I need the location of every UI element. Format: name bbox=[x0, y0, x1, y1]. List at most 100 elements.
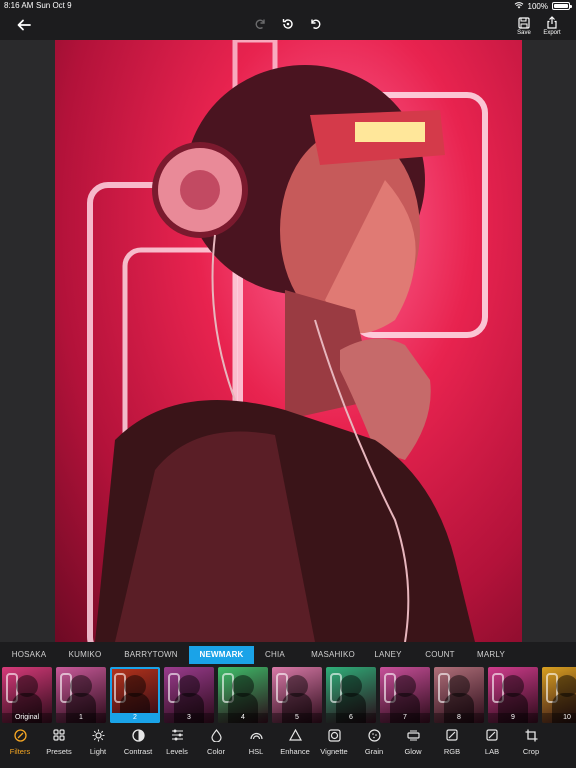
status-date: Sun Oct 9 bbox=[36, 1, 72, 10]
filter-tab-barrytown[interactable]: BARRYTOWN bbox=[120, 646, 182, 664]
grain-icon bbox=[367, 728, 381, 742]
lab-icon bbox=[485, 728, 499, 742]
tools-bar: Filters Presets Light Contrast Levels Co… bbox=[0, 724, 576, 768]
tool-rgb[interactable]: RGB bbox=[432, 728, 472, 762]
filter-thumbnail-2[interactable]: 2 bbox=[110, 667, 160, 723]
canvas-area bbox=[0, 40, 576, 642]
save-button[interactable]: Save bbox=[512, 14, 536, 38]
filter-category-bar: HOSAKA KUMIKO BARRYTOWN NEWMARK CHIA MAS… bbox=[0, 644, 576, 664]
tool-label: HSL bbox=[248, 747, 264, 756]
tool-vignette[interactable]: Vignette bbox=[314, 728, 354, 762]
undo-icon bbox=[311, 19, 321, 29]
tool-contrast[interactable]: Contrast bbox=[118, 728, 158, 762]
thumbnail-label: 10 bbox=[542, 713, 576, 723]
glow-icon bbox=[406, 728, 420, 742]
tool-label: RGB bbox=[443, 747, 461, 756]
tool-filters[interactable]: Filters bbox=[0, 728, 40, 762]
thumbnail-label: 1 bbox=[56, 713, 106, 723]
filter-thumbnail-7[interactable]: 7 bbox=[380, 667, 430, 723]
filter-thumbnail-original[interactable]: Original bbox=[2, 667, 52, 723]
thumbnail-label: 9 bbox=[488, 713, 538, 723]
save-label: Save bbox=[517, 29, 531, 36]
thumbnail-label: 2 bbox=[110, 713, 160, 723]
tool-label: Light bbox=[89, 747, 107, 756]
edited-photo[interactable] bbox=[55, 40, 522, 642]
tool-levels[interactable]: Levels bbox=[157, 728, 197, 762]
tool-presets[interactable]: Presets bbox=[39, 728, 79, 762]
enhance-icon bbox=[288, 728, 302, 742]
crop-icon bbox=[524, 728, 538, 742]
tool-label: Glow bbox=[404, 747, 422, 756]
color-drop-icon bbox=[209, 728, 223, 742]
export-label: Export bbox=[543, 30, 561, 36]
filter-thumbnail-6[interactable]: 6 bbox=[326, 667, 376, 723]
thumbnail-label: 5 bbox=[272, 713, 322, 723]
save-icon bbox=[518, 16, 530, 29]
back-button[interactable] bbox=[14, 15, 34, 35]
status-bar: 8:16 AM Sun Oct 9 100% bbox=[0, 0, 576, 12]
hsl-icon bbox=[249, 728, 263, 742]
filter-thumbnail-4[interactable]: 4 bbox=[218, 667, 268, 723]
tool-label: LAB bbox=[484, 747, 500, 756]
top-toolbar: Save Export bbox=[0, 12, 576, 40]
levels-icon bbox=[170, 728, 184, 742]
tool-label: Grain bbox=[364, 747, 384, 756]
thumbnail-label: Original bbox=[2, 713, 52, 723]
battery-percent: 100% bbox=[527, 1, 548, 11]
status-time: 8:16 AM bbox=[4, 1, 34, 10]
filter-thumbnail-8[interactable]: 8 bbox=[434, 667, 484, 723]
rgb-icon bbox=[445, 728, 459, 742]
vignette-icon bbox=[327, 728, 341, 742]
tool-label: Levels bbox=[166, 747, 188, 756]
tool-label: Filters bbox=[9, 747, 31, 756]
tool-label: Enhance bbox=[280, 747, 310, 756]
reset-icon bbox=[282, 19, 293, 29]
filter-thumbnail-5[interactable]: 5 bbox=[272, 667, 322, 723]
redo-button[interactable] bbox=[252, 16, 268, 32]
filter-tab-chia[interactable]: CHIA bbox=[258, 646, 292, 664]
filter-tab-newmark[interactable]: NEWMARK bbox=[189, 646, 254, 664]
tool-hsl[interactable]: HSL bbox=[236, 728, 276, 762]
tool-label: Color bbox=[207, 747, 225, 756]
filter-tab-masahiko[interactable]: MASAHIKO bbox=[302, 646, 364, 664]
redo-icon bbox=[255, 19, 265, 29]
thumbnail-label: 4 bbox=[218, 713, 268, 723]
filters-icon bbox=[13, 728, 27, 742]
tool-crop[interactable]: Crop bbox=[511, 728, 551, 762]
undo-button[interactable] bbox=[308, 16, 324, 32]
filter-thumbnail-3[interactable]: 3 bbox=[164, 667, 214, 723]
cyberpunk-portrait-illustration bbox=[87, 40, 488, 642]
export-button[interactable]: Export bbox=[538, 14, 566, 38]
tool-label: Vignette bbox=[320, 747, 348, 756]
tool-label: Crop bbox=[522, 747, 540, 756]
filter-thumbnail-1[interactable]: 1 bbox=[56, 667, 106, 723]
thumbnail-label: 6 bbox=[326, 713, 376, 723]
tool-light[interactable]: Light bbox=[78, 728, 118, 762]
share-icon bbox=[547, 16, 557, 29]
tool-color[interactable]: Color bbox=[196, 728, 236, 762]
filter-tab-count[interactable]: COUNT bbox=[418, 646, 462, 664]
battery-icon bbox=[552, 2, 572, 10]
filter-tab-laney[interactable]: LANEY bbox=[370, 646, 406, 664]
filter-tab-kumiko[interactable]: KUMIKO bbox=[60, 646, 110, 664]
filter-tab-marly[interactable]: MARLY bbox=[472, 646, 510, 664]
thumbnail-label: 3 bbox=[164, 713, 214, 723]
tool-enhance[interactable]: Enhance bbox=[275, 728, 315, 762]
contrast-icon bbox=[131, 728, 145, 742]
reset-button[interactable] bbox=[280, 16, 296, 32]
filter-thumbnail-10[interactable]: 10 bbox=[542, 667, 576, 723]
presets-icon bbox=[52, 728, 66, 742]
filter-thumbnails: Original 1 2 3 4 5 6 7 8 9 10 bbox=[0, 665, 576, 723]
tool-label: Presets bbox=[46, 747, 72, 756]
filter-thumbnail-9[interactable]: 9 bbox=[488, 667, 538, 723]
light-icon bbox=[91, 728, 105, 742]
filter-tab-hosaka[interactable]: HOSAKA bbox=[4, 646, 54, 664]
tool-lab[interactable]: LAB bbox=[472, 728, 512, 762]
status-right: 100% bbox=[514, 1, 572, 11]
tool-grain[interactable]: Grain bbox=[354, 728, 394, 762]
arrow-left-icon bbox=[17, 19, 31, 31]
tool-glow[interactable]: Glow bbox=[393, 728, 433, 762]
tool-label: Contrast bbox=[123, 747, 153, 756]
wifi-icon bbox=[514, 1, 524, 11]
thumbnail-label: 7 bbox=[380, 713, 430, 723]
